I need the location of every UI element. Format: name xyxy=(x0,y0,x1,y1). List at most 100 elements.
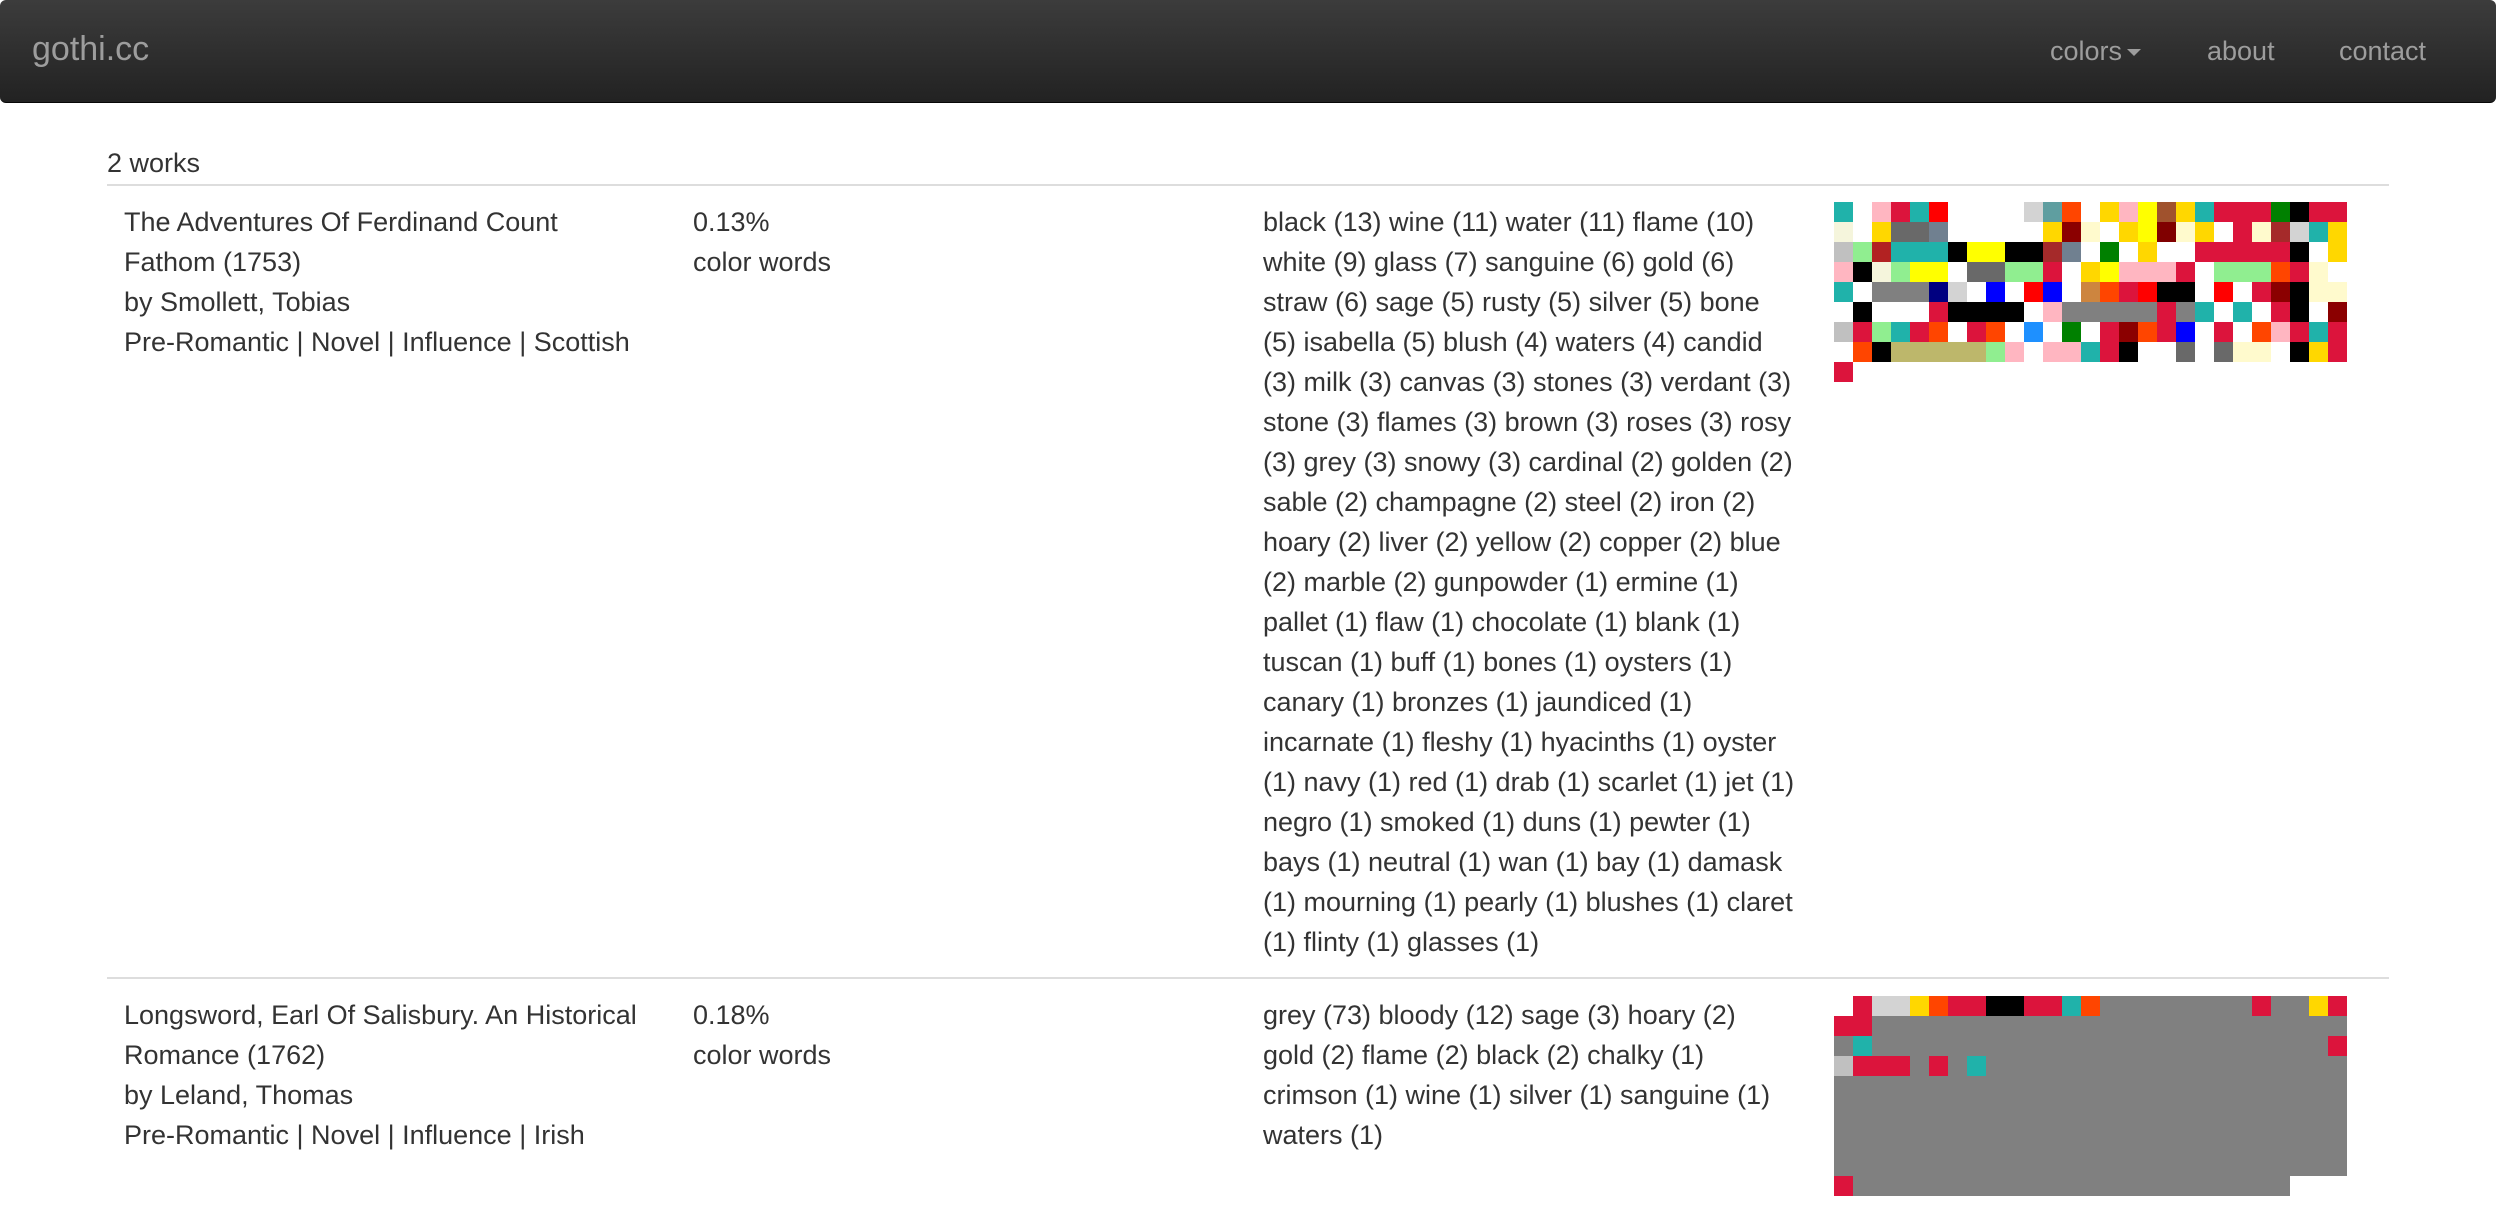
color-swatch[interactable] xyxy=(2309,202,2328,222)
color-swatch[interactable] xyxy=(1853,1056,1872,1076)
color-swatch[interactable] xyxy=(1910,1076,1929,1096)
color-swatch[interactable] xyxy=(2043,322,2062,342)
color-swatch[interactable] xyxy=(1872,202,1891,222)
colors-dropdown[interactable]: colors xyxy=(2050,36,2142,67)
color-swatch[interactable] xyxy=(2081,222,2100,242)
color-swatch[interactable] xyxy=(2328,262,2347,282)
color-swatch[interactable] xyxy=(2309,1056,2328,1076)
work-title-line[interactable]: The Adventures Of Ferdinand Count xyxy=(124,202,684,242)
color-swatch[interactable] xyxy=(2138,1096,2157,1116)
color-swatch[interactable] xyxy=(1967,262,1986,282)
color-swatch[interactable] xyxy=(2043,1016,2062,1036)
color-swatch[interactable] xyxy=(1929,1096,1948,1116)
color-swatch[interactable] xyxy=(1986,222,2005,242)
color-swatch[interactable] xyxy=(2328,1116,2347,1136)
color-swatch[interactable] xyxy=(2252,1036,2271,1056)
color-swatch[interactable] xyxy=(2043,1116,2062,1136)
color-swatch[interactable] xyxy=(1929,282,1948,302)
color-swatch[interactable] xyxy=(2081,1016,2100,1036)
work-title-line[interactable]: Longsword, Earl Of Salisbury. An Histori… xyxy=(124,995,684,1035)
color-swatch[interactable] xyxy=(2005,1096,2024,1116)
color-swatch[interactable] xyxy=(2100,1136,2119,1156)
color-swatch[interactable] xyxy=(1948,222,1967,242)
color-swatch[interactable] xyxy=(2252,1156,2271,1176)
color-swatch[interactable] xyxy=(1891,1176,1910,1196)
color-swatch[interactable] xyxy=(2214,322,2233,342)
color-swatch[interactable] xyxy=(2176,282,2195,302)
color-swatch[interactable] xyxy=(2195,1116,2214,1136)
color-swatch[interactable] xyxy=(1872,1136,1891,1156)
color-swatch[interactable] xyxy=(2138,322,2157,342)
color-swatch[interactable] xyxy=(1853,222,1872,242)
work-title-line[interactable]: Fathom (1753) xyxy=(124,242,684,282)
color-swatch[interactable] xyxy=(1910,1176,1929,1196)
color-swatch[interactable] xyxy=(2233,1116,2252,1136)
color-swatch[interactable] xyxy=(2043,342,2062,362)
color-swatch[interactable] xyxy=(2176,302,2195,322)
color-swatch[interactable] xyxy=(2214,1056,2233,1076)
color-swatch[interactable] xyxy=(2157,1136,2176,1156)
color-swatch[interactable] xyxy=(2233,322,2252,342)
color-swatch[interactable] xyxy=(2328,322,2347,342)
color-swatch[interactable] xyxy=(2157,242,2176,262)
color-swatch[interactable] xyxy=(2062,1176,2081,1196)
color-swatch[interactable] xyxy=(2195,1156,2214,1176)
color-swatch[interactable] xyxy=(2100,1016,2119,1036)
color-swatch[interactable] xyxy=(2214,202,2233,222)
color-swatch[interactable] xyxy=(1853,996,1872,1016)
color-swatch[interactable] xyxy=(2138,202,2157,222)
color-swatch[interactable] xyxy=(1929,1116,1948,1136)
color-swatch[interactable] xyxy=(2195,996,2214,1016)
color-swatch[interactable] xyxy=(2100,262,2119,282)
color-swatch[interactable] xyxy=(2081,202,2100,222)
color-swatch[interactable] xyxy=(2024,242,2043,262)
color-swatch[interactable] xyxy=(2195,302,2214,322)
color-swatch[interactable] xyxy=(2176,222,2195,242)
color-swatch[interactable] xyxy=(2252,996,2271,1016)
color-swatch[interactable] xyxy=(1891,1096,1910,1116)
color-swatch[interactable] xyxy=(1948,342,1967,362)
color-swatch[interactable] xyxy=(1986,342,2005,362)
color-swatch[interactable] xyxy=(1929,1076,1948,1096)
color-swatch[interactable] xyxy=(2271,302,2290,322)
color-swatch[interactable] xyxy=(2024,1156,2043,1176)
color-swatch[interactable] xyxy=(2271,1036,2290,1056)
color-swatch[interactable] xyxy=(2214,282,2233,302)
color-swatch[interactable] xyxy=(2214,242,2233,262)
color-swatch[interactable] xyxy=(1986,1096,2005,1116)
color-swatch[interactable] xyxy=(2005,202,2024,222)
color-swatch[interactable] xyxy=(2195,1016,2214,1036)
color-swatch[interactable] xyxy=(2119,302,2138,322)
color-swatch[interactable] xyxy=(1891,1076,1910,1096)
color-swatch[interactable] xyxy=(2043,1176,2062,1196)
color-swatch[interactable] xyxy=(2119,262,2138,282)
color-swatch[interactable] xyxy=(1872,1116,1891,1136)
color-swatch[interactable] xyxy=(1853,1076,1872,1096)
color-swatch[interactable] xyxy=(2081,242,2100,262)
color-swatch[interactable] xyxy=(2062,1116,2081,1136)
color-swatch[interactable] xyxy=(1891,302,1910,322)
color-swatch[interactable] xyxy=(1853,1116,1872,1136)
brand-link[interactable]: gothi.cc xyxy=(32,30,149,69)
color-swatch[interactable] xyxy=(2214,1036,2233,1056)
color-swatch[interactable] xyxy=(2005,1076,2024,1096)
color-swatch[interactable] xyxy=(2252,1016,2271,1036)
color-swatch[interactable] xyxy=(1986,262,2005,282)
color-swatch[interactable] xyxy=(2024,1136,2043,1156)
color-swatch[interactable] xyxy=(1986,1056,2005,1076)
color-swatch[interactable] xyxy=(2195,1136,2214,1156)
color-swatch[interactable] xyxy=(2062,1156,2081,1176)
color-swatch[interactable] xyxy=(2309,282,2328,302)
color-swatch[interactable] xyxy=(2271,282,2290,302)
color-swatch[interactable] xyxy=(2233,262,2252,282)
color-swatch[interactable] xyxy=(2271,1156,2290,1176)
color-swatch[interactable] xyxy=(1948,262,1967,282)
color-swatch[interactable] xyxy=(2195,1096,2214,1116)
color-swatch[interactable] xyxy=(2252,222,2271,242)
color-swatch[interactable] xyxy=(2271,262,2290,282)
color-swatch[interactable] xyxy=(2043,1096,2062,1116)
color-swatch[interactable] xyxy=(2100,1176,2119,1196)
color-swatch[interactable] xyxy=(2119,1076,2138,1096)
color-swatch[interactable] xyxy=(1967,1096,1986,1116)
color-swatch[interactable] xyxy=(2062,996,2081,1016)
